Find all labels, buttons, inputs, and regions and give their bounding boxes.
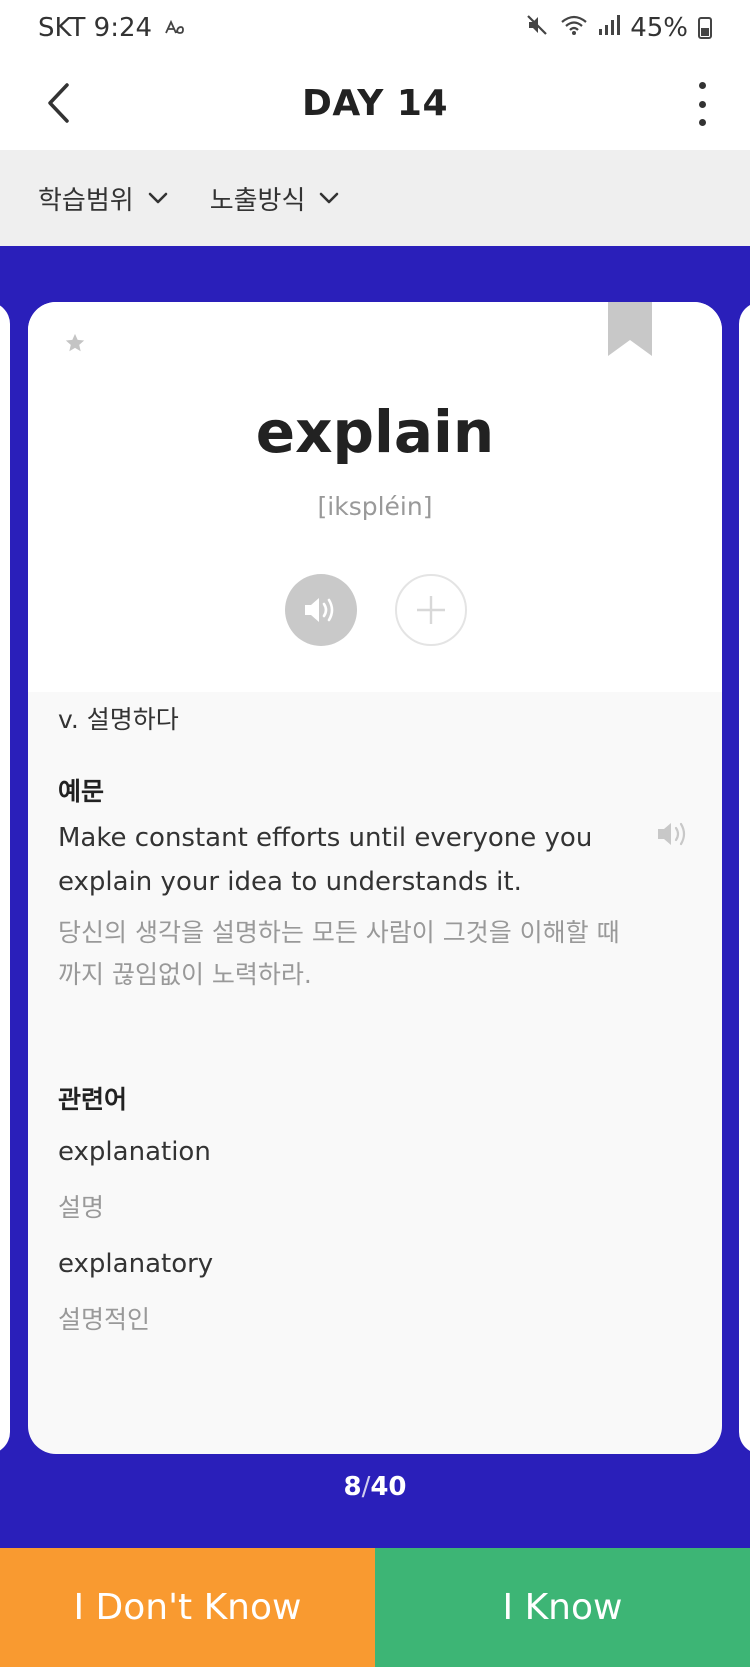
next-card-peek[interactable]: [739, 302, 750, 1454]
status-bar: SKT 9:24 45%: [0, 0, 750, 56]
more-options-button[interactable]: [692, 82, 712, 126]
example-sentence-ko: 당신의 생각을 설명하는 모든 사람이 그것을 이해할 때까지 끊임없이 노력하…: [58, 918, 620, 989]
back-button[interactable]: [38, 78, 78, 128]
status-right: 45%: [526, 13, 712, 43]
dont-know-button[interactable]: I Don't Know: [0, 1548, 375, 1667]
app-header: DAY 14: [0, 56, 750, 150]
add-to-list-button[interactable]: [395, 574, 467, 646]
play-audio-button[interactable]: [285, 574, 357, 646]
display-mode-label: 노출방식: [209, 185, 306, 216]
bookmark-icon[interactable]: [608, 302, 652, 356]
card-top: explain [ikspléin]: [28, 302, 722, 692]
word-card[interactable]: explain [ikspléin] v. 설명하다 예문 Make const…: [28, 302, 722, 1454]
example-sentence-en: Make constant efforts until everyone you…: [58, 823, 593, 897]
related-word-meaning: 설명적인: [58, 1305, 151, 1334]
speaker-icon: [305, 598, 334, 622]
star-icon[interactable]: [64, 332, 86, 354]
carrier-time: SKT 9:24: [38, 13, 153, 43]
dot-icon: [698, 100, 706, 108]
example-heading: 예문: [58, 777, 105, 806]
previous-card-peek[interactable]: [0, 302, 10, 1454]
related-words-heading: 관련어: [58, 1085, 128, 1114]
progress-total: 40: [370, 1472, 407, 1502]
chevron-down-icon: [320, 192, 339, 204]
mute-icon: [526, 13, 550, 43]
chevron-left-icon: [48, 83, 69, 123]
progress-current: 8: [343, 1472, 362, 1502]
word-title: explain: [255, 398, 495, 466]
progress-separator: /: [361, 1472, 371, 1502]
plus-icon: [417, 596, 445, 624]
page-title: DAY 14: [302, 82, 448, 124]
study-range-label: 학습범위: [38, 185, 134, 216]
filter-bar: 학습범위 노출방식: [0, 150, 750, 246]
battery-icon: [698, 17, 712, 39]
related-word: explanatory: [58, 1249, 214, 1279]
word-meaning: v. 설명하다: [58, 705, 179, 734]
wifi-icon: [560, 13, 588, 43]
related-word-meaning: 설명: [58, 1193, 105, 1222]
display-mode-dropdown[interactable]: 노출방식: [210, 180, 340, 217]
status-left: SKT 9:24: [38, 13, 184, 43]
pronunciation: [ikspléin]: [317, 492, 433, 521]
related-words-list: explanation 설명 explanatory 설명적인: [58, 1124, 213, 1348]
cell-signal-icon: [598, 13, 621, 43]
dot-icon: [698, 82, 706, 89]
study-range-dropdown[interactable]: 학습범위: [38, 180, 168, 217]
know-button[interactable]: I Know: [375, 1548, 750, 1667]
signal-a-icon: [164, 16, 184, 41]
card-area: explain [ikspléin] v. 설명하다 예문 Make const…: [0, 246, 750, 1548]
dot-icon: [698, 119, 706, 126]
example-speaker-icon[interactable]: [656, 820, 692, 848]
chevron-down-icon: [148, 192, 167, 204]
battery-percent: 45%: [630, 13, 688, 43]
related-word: explanation: [58, 1137, 211, 1167]
card-progress: 8/40: [0, 1472, 750, 1502]
